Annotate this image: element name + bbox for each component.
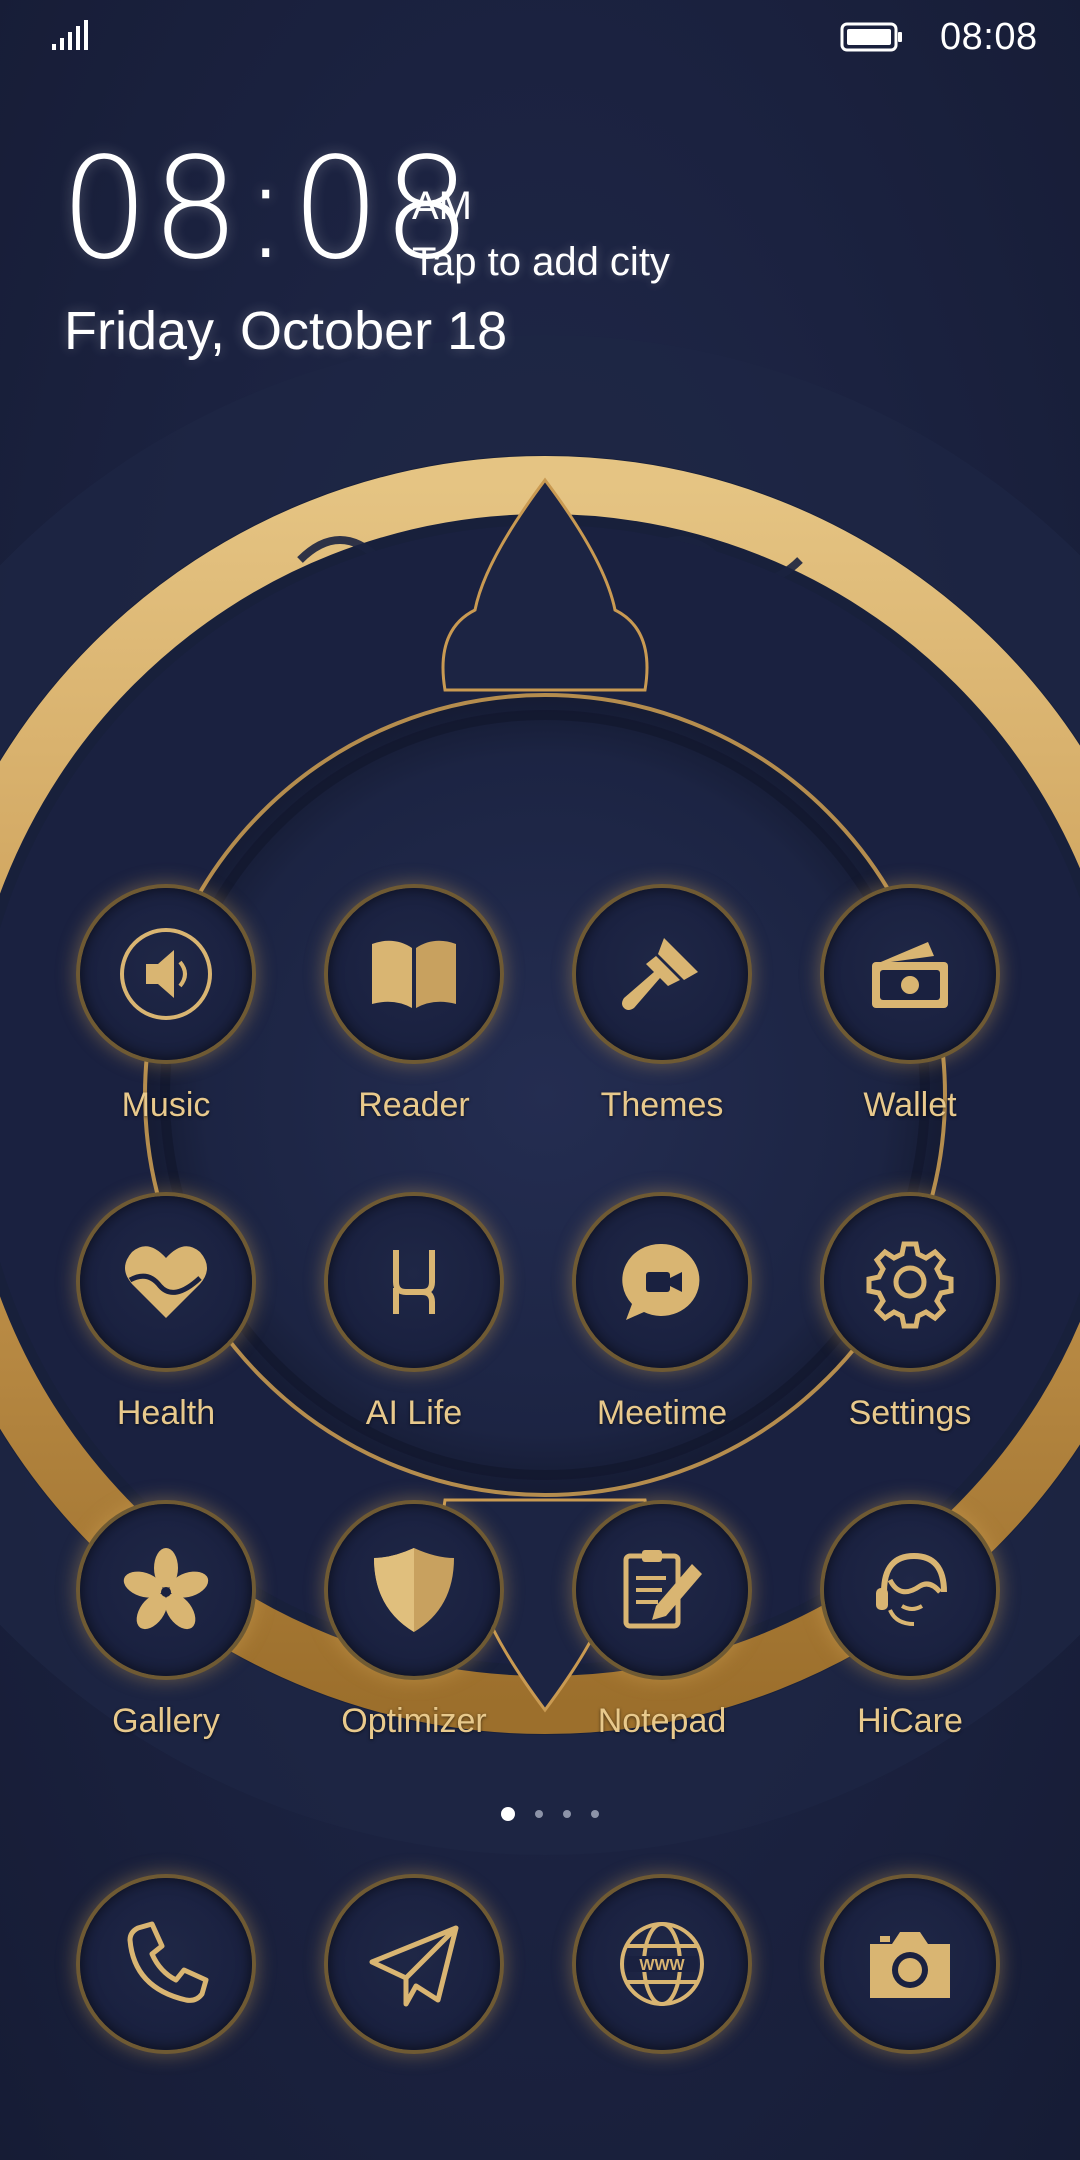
app-themes[interactable]: Themes [552, 888, 772, 1178]
signal-bars-icon [52, 20, 88, 50]
video-chat-icon [622, 1243, 700, 1320]
app-label: AI Life [365, 1394, 463, 1432]
flower-icon [123, 1548, 209, 1630]
app-settings[interactable]: Settings [800, 1196, 1020, 1486]
app-hicare[interactable]: HiCare [800, 1504, 1020, 1794]
headset-icon [876, 1552, 947, 1626]
battery-full-icon [840, 22, 902, 52]
page-dot-2[interactable] [535, 1810, 543, 1818]
app-icon-circle [824, 1196, 996, 1368]
app-meetime[interactable]: Meetime [552, 1196, 772, 1486]
phone-icon [127, 1921, 209, 2003]
app-wallet[interactable]: Wallet [800, 888, 1020, 1178]
status-bar-time: 08:08 [940, 16, 1038, 58]
app-icon-circle [80, 888, 252, 1060]
app-label: Themes [600, 1086, 724, 1124]
clock-ampm: AM [412, 184, 472, 228]
page-dot-1[interactable] [501, 1807, 515, 1821]
app-label: HiCare [857, 1702, 963, 1740]
clock-date: Friday, October 18 [64, 301, 508, 361]
app-reader[interactable]: Reader [304, 888, 524, 1178]
app-icon-circle [328, 888, 500, 1060]
home-screen: 08:08 08:08 AM Tap to add city Friday, O… [0, 0, 1080, 2160]
app-label: Gallery [112, 1702, 220, 1740]
app-health[interactable]: Health [56, 1196, 276, 1486]
app-icon-circle [80, 1504, 252, 1676]
app-icon-circle [328, 1196, 500, 1368]
speaker-icon [120, 928, 212, 1020]
app-music[interactable]: Music [56, 888, 276, 1178]
gear-icon [866, 1241, 954, 1329]
add-city-link[interactable]: Tap to add city [412, 240, 670, 285]
heart-icon [125, 1246, 207, 1318]
app-icon-circle [576, 1196, 748, 1368]
app-ai-life[interactable]: AI Life [304, 1196, 524, 1486]
app-icon-circle [824, 1504, 996, 1676]
dock-browser[interactable]: WWW [576, 1878, 748, 2050]
open-book-icon [372, 940, 456, 1008]
app-icon-circle [576, 1504, 748, 1676]
page-dot-3[interactable] [563, 1810, 571, 1818]
globe-www-text: WWW [639, 1957, 685, 1974]
app-gallery[interactable]: Gallery [56, 1504, 276, 1794]
app-label: Wallet [863, 1086, 957, 1124]
app-label: Meetime [596, 1394, 728, 1432]
app-label: Optimizer [341, 1702, 487, 1740]
globe-www-icon: WWW [620, 1922, 704, 2006]
app-label: Notepad [597, 1702, 727, 1740]
app-icon-circle [824, 888, 996, 1060]
app-label: Music [121, 1086, 211, 1124]
wallet-icon [872, 942, 948, 1008]
dock-phone[interactable] [80, 1878, 252, 2050]
dock-camera[interactable] [824, 1878, 996, 2050]
app-notepad[interactable]: Notepad [552, 1504, 772, 1794]
paint-brush-icon [622, 938, 698, 1010]
app-icon-circle [328, 1504, 500, 1676]
camera-icon [870, 1932, 950, 1998]
app-icon-circle [576, 888, 748, 1060]
app-icon-circle [80, 1196, 252, 1368]
notepad-pencil-icon [623, 1550, 702, 1629]
shield-icon [374, 1548, 454, 1632]
dock-messages[interactable] [328, 1878, 500, 2050]
app-label: Settings [848, 1394, 972, 1432]
status-bar: 08:08 [0, 0, 1080, 80]
app-optimizer[interactable]: Optimizer [304, 1504, 524, 1794]
page-indicator[interactable] [0, 1804, 1080, 1824]
app-label: Health [116, 1394, 216, 1432]
paper-plane-icon [369, 1925, 459, 2007]
ai-life-icon [393, 1250, 435, 1314]
page-dot-4[interactable] [591, 1810, 599, 1818]
app-label: Reader [358, 1086, 470, 1124]
